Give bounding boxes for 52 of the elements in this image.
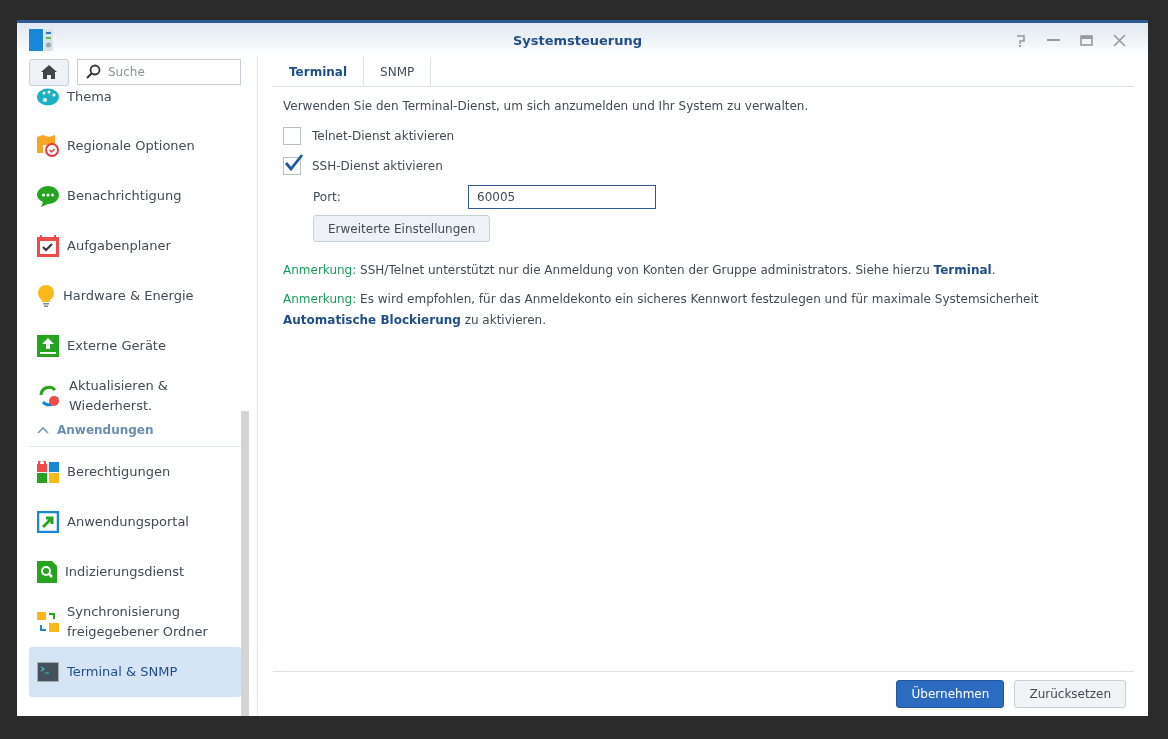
tab[interactable]: Terminal <box>273 57 365 86</box>
upload-icon <box>37 335 59 357</box>
sidebar-item[interactable]: Terminal & SNMP <box>29 647 241 697</box>
sidebar-item[interactable]: Indizierungsdienst <box>29 547 241 597</box>
sidebar-item[interactable]: Regionale Optionen <box>29 121 241 171</box>
description-text: Verwenden Sie den Terminal-Dienst, um sich anzumelden und Ihr System zu verwalten. <box>283 99 810 113</box>
light-bulb-icon <box>37 285 55 307</box>
sidebar-item[interactable]: Benachrichtigung <box>29 171 241 221</box>
terminal-icon <box>37 662 59 682</box>
checkbox[interactable] <box>283 127 301 145</box>
minimize-icon[interactable] <box>1047 38 1060 42</box>
lock-tiles-icon <box>37 461 59 483</box>
refresh-icon <box>37 385 61 407</box>
close-icon[interactable] <box>1113 33 1126 47</box>
palette-icon <box>37 88 59 106</box>
note-text: Anmerkung: SSH/Telnet unterstützt nur die Anmeldung von Konten der Gruppe administrators. Siehe hierzu Terminal. <box>283 262 997 279</box>
maximize-icon[interactable] <box>1080 34 1093 46</box>
help-link[interactable]: Automatische Blockierung <box>283 313 461 327</box>
apply-button[interactable]: Übernehmen <box>896 680 1005 708</box>
home-icon <box>41 65 57 79</box>
control-panel-icon <box>29 29 53 51</box>
window-title: Systemsteuerung <box>511 32 644 48</box>
folder-sync-icon <box>37 611 59 633</box>
map-clock-icon <box>37 135 59 157</box>
help-icon[interactable] <box>1015 33 1027 47</box>
sidebar-item[interactable]: Berechtigungen <box>29 447 241 497</box>
sidebar-item[interactable]: Hardware & Energie <box>29 271 241 321</box>
port-label: Port: <box>313 190 342 204</box>
checkbox[interactable] <box>283 157 301 175</box>
section-label: Anwendungen <box>57 422 154 437</box>
calendar-check-icon <box>37 235 59 257</box>
chevron-icon <box>37 425 49 434</box>
port-input[interactable]: 60005 <box>468 185 656 209</box>
tab[interactable]: SNMP <box>364 57 432 86</box>
reset-button[interactable]: Zurücksetzen <box>1014 680 1126 708</box>
shortcut-arrow-icon <box>37 511 59 533</box>
scrollbar[interactable] <box>241 411 249 716</box>
sidebar-item[interactable]: Synchronisierung freigegebener Ordner <box>29 597 241 647</box>
search-icon <box>86 64 101 79</box>
chat-bubble-icon <box>37 185 59 207</box>
search-document-icon <box>37 561 57 583</box>
sidebar-item[interactable]: Externe Geräte <box>29 321 241 371</box>
sidebar-item[interactable]: Thema <box>29 86 241 108</box>
note-text: Anmerkung: Es wird empfohlen, für das Anmeldekonto ein sicheres Kennwort festzulegen und für maximale Systemsicherheit Automatische Blockierung zu aktivieren. <box>283 291 1040 329</box>
checkbox-label: Telnet-Dienst aktivieren <box>312 129 455 143</box>
search-field[interactable]: Suche <box>77 59 241 85</box>
home-button[interactable] <box>29 58 69 86</box>
advanced-settings-button[interactable]: Erweiterte Einstellungen <box>313 215 491 242</box>
sidebar-item[interactable]: Aufgabenplaner <box>29 221 241 271</box>
help-link[interactable]: Terminal <box>933 263 992 277</box>
checkbox-label: SSH-Dienst aktivieren <box>312 159 443 173</box>
sidebar-item[interactable]: Anwendungsportal <box>29 497 241 547</box>
